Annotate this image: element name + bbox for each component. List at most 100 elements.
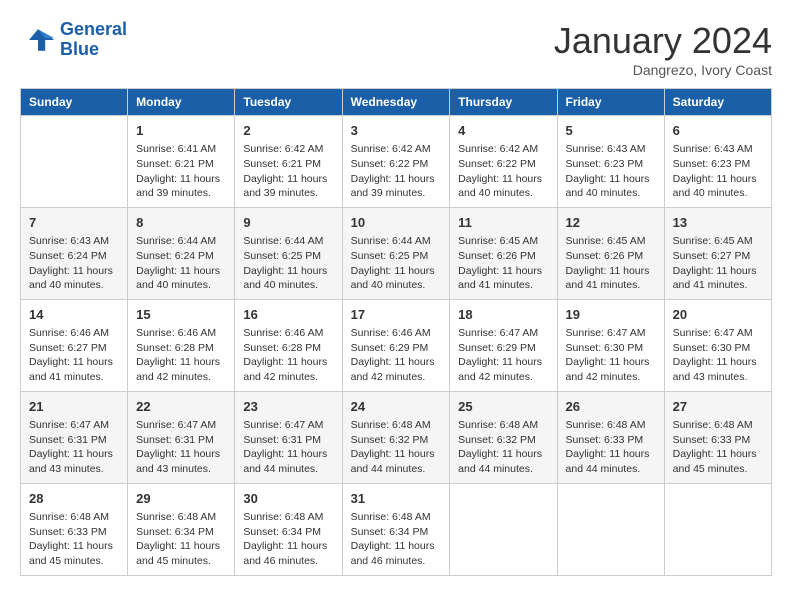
day-cell: 28 Sunrise: 6:48 AMSunset: 6:33 PMDayligh… [21, 483, 128, 575]
day-cell: 26 Sunrise: 6:48 AMSunset: 6:33 PMDayligh… [557, 391, 664, 483]
day-info: Sunrise: 6:43 AMSunset: 6:24 PMDaylight:… [29, 234, 119, 293]
day-info: Sunrise: 6:46 AMSunset: 6:28 PMDaylight:… [136, 326, 226, 385]
day-number: 29 [136, 490, 226, 508]
day-number: 16 [243, 306, 333, 324]
month-title: January 2024 [554, 20, 772, 62]
day-cell: 7Sunrise: 6:43 AMSunset: 6:24 PMDaylight… [21, 207, 128, 299]
week-row-4: 21 Sunrise: 6:47 AMSunset: 6:31 PMDayligh… [21, 391, 772, 483]
day-cell: 10 Sunrise: 6:44 AMSunset: 6:25 PMDayligh… [342, 207, 450, 299]
day-cell: 6Sunrise: 6:43 AMSunset: 6:23 PMDaylight… [664, 116, 771, 208]
day-info: Sunrise: 6:48 AMSunset: 6:33 PMDaylight:… [566, 418, 656, 477]
day-cell: 29 Sunrise: 6:48 AMSunset: 6:34 PMDayligh… [128, 483, 235, 575]
header-day-tuesday: Tuesday [235, 89, 342, 116]
day-number: 23 [243, 398, 333, 416]
logo: General Blue [20, 20, 127, 60]
day-number: 3 [351, 122, 442, 140]
day-number: 19 [566, 306, 656, 324]
day-cell: 12Sunrise: 6:45 AMSunset: 6:26 PMDayligh… [557, 207, 664, 299]
day-info: Sunrise: 6:47 AMSunset: 6:30 PMDaylight:… [566, 326, 656, 385]
page-header: General Blue January 2024 Dangrezo, Ivor… [20, 20, 772, 78]
day-cell: 2 Sunrise: 6:42 AMSunset: 6:21 PMDaylight… [235, 116, 342, 208]
day-info: Sunrise: 6:48 AMSunset: 6:34 PMDaylight:… [351, 510, 442, 569]
location-subtitle: Dangrezo, Ivory Coast [554, 62, 772, 78]
header-day-thursday: Thursday [450, 89, 557, 116]
week-row-3: 14Sunrise: 6:46 AMSunset: 6:27 PMDayligh… [21, 299, 772, 391]
title-block: January 2024 Dangrezo, Ivory Coast [554, 20, 772, 78]
day-info: Sunrise: 6:48 AMSunset: 6:32 PMDaylight:… [351, 418, 442, 477]
day-info: Sunrise: 6:48 AMSunset: 6:33 PMDaylight:… [673, 418, 763, 477]
day-cell: 23Sunrise: 6:47 AMSunset: 6:31 PMDayligh… [235, 391, 342, 483]
day-cell: 4 Sunrise: 6:42 AMSunset: 6:22 PMDaylight… [450, 116, 557, 208]
header-row: SundayMondayTuesdayWednesdayThursdayFrid… [21, 89, 772, 116]
day-info: Sunrise: 6:48 AMSunset: 6:34 PMDaylight:… [136, 510, 226, 569]
day-info: Sunrise: 6:44 AMSunset: 6:25 PMDaylight:… [243, 234, 333, 293]
day-info: Sunrise: 6:42 AMSunset: 6:22 PMDaylight:… [458, 142, 548, 201]
day-number: 15 [136, 306, 226, 324]
day-cell [450, 483, 557, 575]
day-info: Sunrise: 6:47 AMSunset: 6:30 PMDaylight:… [673, 326, 763, 385]
day-cell: 19 Sunrise: 6:47 AMSunset: 6:30 PMDayligh… [557, 299, 664, 391]
day-info: Sunrise: 6:45 AMSunset: 6:27 PMDaylight:… [673, 234, 763, 293]
header-day-sunday: Sunday [21, 89, 128, 116]
day-cell: 9 Sunrise: 6:44 AMSunset: 6:25 PMDaylight… [235, 207, 342, 299]
day-cell: 1Sunrise: 6:41 AMSunset: 6:21 PMDaylight… [128, 116, 235, 208]
day-cell: 16 Sunrise: 6:46 AMSunset: 6:28 PMDayligh… [235, 299, 342, 391]
day-number: 2 [243, 122, 333, 140]
day-info: Sunrise: 6:47 AMSunset: 6:29 PMDaylight:… [458, 326, 548, 385]
day-info: Sunrise: 6:47 AMSunset: 6:31 PMDaylight:… [29, 418, 119, 477]
day-info: Sunrise: 6:42 AMSunset: 6:21 PMDaylight:… [243, 142, 333, 201]
day-cell: 30Sunrise: 6:48 AMSunset: 6:34 PMDayligh… [235, 483, 342, 575]
day-number: 12 [566, 214, 656, 232]
day-info: Sunrise: 6:43 AMSunset: 6:23 PMDaylight:… [673, 142, 763, 201]
day-info: Sunrise: 6:42 AMSunset: 6:22 PMDaylight:… [351, 142, 442, 201]
week-row-5: 28 Sunrise: 6:48 AMSunset: 6:33 PMDayligh… [21, 483, 772, 575]
day-number: 25 [458, 398, 548, 416]
day-number: 24 [351, 398, 442, 416]
day-info: Sunrise: 6:44 AMSunset: 6:25 PMDaylight:… [351, 234, 442, 293]
day-cell: 27Sunrise: 6:48 AMSunset: 6:33 PMDayligh… [664, 391, 771, 483]
day-info: Sunrise: 6:47 AMSunset: 6:31 PMDaylight:… [136, 418, 226, 477]
day-cell: 18 Sunrise: 6:47 AMSunset: 6:29 PMDayligh… [450, 299, 557, 391]
day-cell [557, 483, 664, 575]
day-number: 22 [136, 398, 226, 416]
day-number: 31 [351, 490, 442, 508]
day-number: 5 [566, 122, 656, 140]
day-info: Sunrise: 6:46 AMSunset: 6:29 PMDaylight:… [351, 326, 442, 385]
header-day-friday: Friday [557, 89, 664, 116]
week-row-2: 7Sunrise: 6:43 AMSunset: 6:24 PMDaylight… [21, 207, 772, 299]
logo-icon [20, 22, 56, 58]
day-number: 9 [243, 214, 333, 232]
header-day-monday: Monday [128, 89, 235, 116]
day-cell: 5Sunrise: 6:43 AMSunset: 6:23 PMDaylight… [557, 116, 664, 208]
day-number: 28 [29, 490, 119, 508]
day-number: 10 [351, 214, 442, 232]
day-info: Sunrise: 6:46 AMSunset: 6:28 PMDaylight:… [243, 326, 333, 385]
day-cell: 21 Sunrise: 6:47 AMSunset: 6:31 PMDayligh… [21, 391, 128, 483]
day-cell: 25Sunrise: 6:48 AMSunset: 6:32 PMDayligh… [450, 391, 557, 483]
header-day-wednesday: Wednesday [342, 89, 450, 116]
day-cell: 14Sunrise: 6:46 AMSunset: 6:27 PMDayligh… [21, 299, 128, 391]
logo-line1: General [60, 19, 127, 39]
calendar-table: SundayMondayTuesdayWednesdayThursdayFrid… [20, 88, 772, 576]
day-cell: 24 Sunrise: 6:48 AMSunset: 6:32 PMDayligh… [342, 391, 450, 483]
logo-line2: Blue [60, 39, 99, 59]
day-cell: 17Sunrise: 6:46 AMSunset: 6:29 PMDayligh… [342, 299, 450, 391]
day-number: 1 [136, 122, 226, 140]
day-info: Sunrise: 6:46 AMSunset: 6:27 PMDaylight:… [29, 326, 119, 385]
day-cell: 31 Sunrise: 6:48 AMSunset: 6:34 PMDayligh… [342, 483, 450, 575]
day-cell: 11Sunrise: 6:45 AMSunset: 6:26 PMDayligh… [450, 207, 557, 299]
day-number: 13 [673, 214, 763, 232]
day-number: 20 [673, 306, 763, 324]
day-number: 21 [29, 398, 119, 416]
day-number: 8 [136, 214, 226, 232]
day-cell: 13 Sunrise: 6:45 AMSunset: 6:27 PMDayligh… [664, 207, 771, 299]
day-info: Sunrise: 6:48 AMSunset: 6:34 PMDaylight:… [243, 510, 333, 569]
logo-text: General Blue [60, 20, 127, 60]
day-cell: 22 Sunrise: 6:47 AMSunset: 6:31 PMDayligh… [128, 391, 235, 483]
day-number: 4 [458, 122, 548, 140]
day-info: Sunrise: 6:45 AMSunset: 6:26 PMDaylight:… [458, 234, 548, 293]
day-info: Sunrise: 6:44 AMSunset: 6:24 PMDaylight:… [136, 234, 226, 293]
day-number: 18 [458, 306, 548, 324]
day-number: 26 [566, 398, 656, 416]
day-info: Sunrise: 6:48 AMSunset: 6:33 PMDaylight:… [29, 510, 119, 569]
